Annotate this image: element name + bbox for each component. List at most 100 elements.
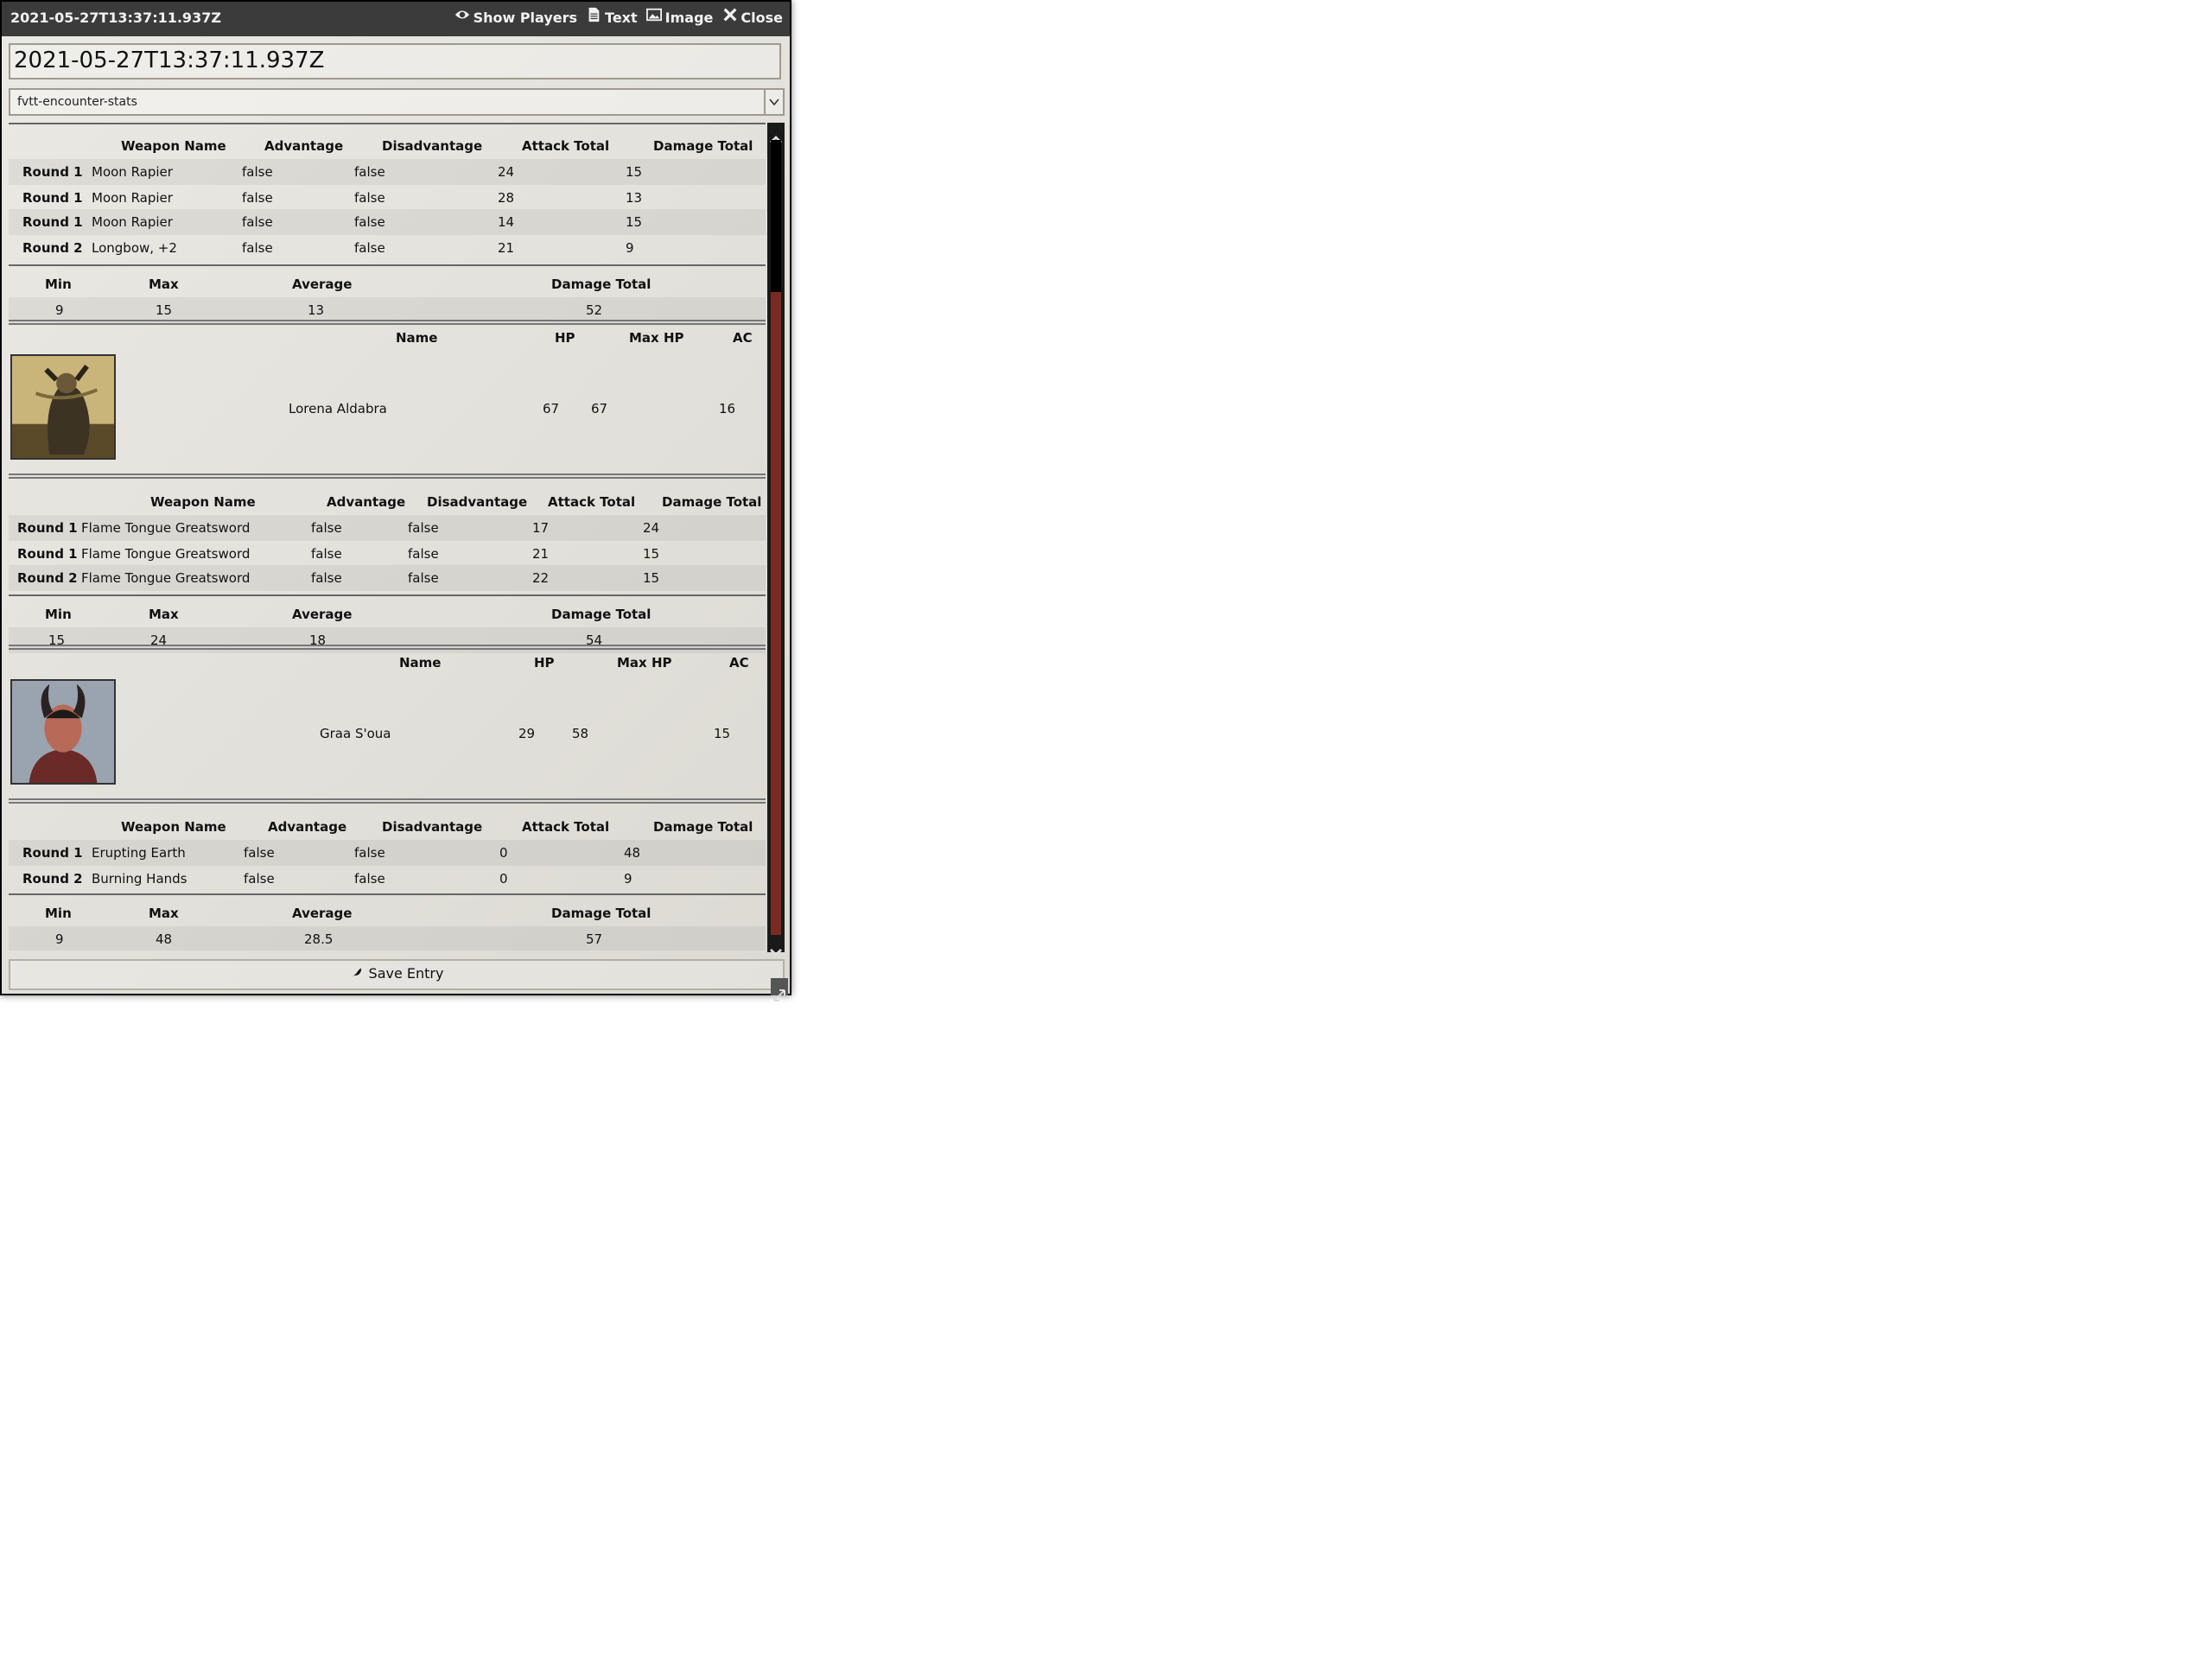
weapon-name: Flame Tongue Greatsword [81, 570, 251, 587]
combatant-ac: 16 [719, 401, 736, 416]
text-mode-label: Text [605, 10, 638, 26]
summary-header-damage-total: Damage Total [551, 276, 652, 292]
attacks-header-damage-total: Damage Total [662, 494, 762, 510]
summary-header-row: Min Max Average Damage Total [9, 601, 766, 627]
summary-header-row: Min Max Average Damage Total [9, 901, 766, 927]
disadvantage-value: false [408, 545, 439, 562]
weapon-name: Moon Rapier [92, 214, 173, 231]
advantage-value: false [244, 845, 275, 861]
disadvantage-value: false [354, 845, 385, 861]
attacks-header-disadvantage: Disadvantage [427, 494, 528, 510]
attack-total: 0 [499, 845, 508, 861]
round-label: Round 1 [22, 189, 83, 206]
window-controls: Show Players Text Image Close [454, 2, 783, 36]
attacks-header-weapon-name: Weapon Name [121, 819, 226, 835]
attacks-header-damage-total: Damage Total [653, 819, 753, 835]
disadvantage-value: false [354, 189, 385, 206]
weapon-name: Flame Tongue Greatsword [81, 520, 251, 536]
combatant-header-hp: HP [555, 330, 575, 346]
section-divider [9, 474, 766, 479]
combatant-name: Graa S'oua [320, 726, 391, 741]
scrollbar-track [771, 140, 781, 292]
entry-name-input[interactable]: 2021-05-27T13:37:11.937Z [9, 43, 781, 79]
combatant-row: Lorena Aldabra 67 67 16 [9, 396, 766, 422]
damage-total: 24 [643, 520, 660, 536]
attack-row: Round 2 Longbow, +2 false false 21 9 [9, 235, 766, 261]
summary-header-average: Average [292, 607, 353, 623]
section-divider [9, 798, 766, 804]
damage-total: 15 [643, 570, 660, 587]
scroll-up-icon[interactable] [767, 123, 785, 143]
disadvantage-value: false [354, 164, 385, 180]
combatant-header-ac: AC [729, 655, 749, 671]
advantage-value: false [244, 870, 275, 887]
window-title: 2021-05-27T13:37:11.937Z [10, 10, 221, 26]
disadvantage-value: false [354, 214, 385, 231]
attack-row: Round 1 Moon Rapier false false 14 15 [9, 209, 766, 236]
damage-total: 15 [626, 214, 643, 231]
attacks-header-row: Weapon Name Advantage Disadvantage Attack T… [9, 814, 766, 840]
weapon-name: Moon Rapier [92, 164, 173, 180]
close-button[interactable]: Close [721, 2, 783, 36]
combatant-hp: 29 [518, 726, 536, 741]
scroll-down-icon[interactable] [767, 935, 785, 957]
attacks-header-damage-total: Damage Total [653, 138, 753, 154]
damage-total: 15 [643, 545, 660, 562]
resize-handle-icon[interactable] [771, 978, 788, 1001]
summary-header-damage-total: Damage Total [551, 607, 652, 623]
attacks-header-advantage: Advantage [327, 494, 406, 510]
show-players-label: Show Players [473, 10, 578, 26]
show-players-button[interactable]: Show Players [454, 2, 577, 36]
combatant-header-name: Name [399, 655, 442, 671]
attacks-header-advantage: Advantage [264, 138, 344, 154]
weapon-name: Burning Hands [92, 870, 188, 887]
image-mode-button[interactable]: Image [645, 2, 713, 36]
advantage-value: false [311, 545, 342, 562]
combatant-max-hp: 58 [572, 726, 589, 741]
attack-total: 21 [498, 240, 515, 257]
weapon-name: Moon Rapier [92, 189, 173, 206]
chevron-down-icon [764, 90, 783, 114]
summary-header-average: Average [292, 276, 353, 292]
round-label: Round 2 [22, 870, 83, 887]
attacks-header-row: Weapon Name Advantage Disadvantage Attack T… [9, 133, 766, 159]
scrollbar-thumb[interactable] [771, 292, 781, 935]
save-entry-button[interactable]: Save Entry [9, 959, 785, 990]
attack-total: 28 [498, 189, 515, 206]
summary-header-min: Min [45, 607, 72, 623]
disadvantage-value: false [354, 240, 385, 257]
damage-total: 13 [626, 189, 643, 206]
summary-min: 9 [55, 931, 64, 948]
summary-header-min: Min [45, 906, 72, 922]
round-label: Round 1 [17, 520, 78, 536]
attack-total: 14 [498, 214, 515, 231]
attacks-header-disadvantage: Disadvantage [382, 138, 483, 154]
advantage-value: false [311, 520, 342, 536]
advantage-value: false [242, 189, 273, 206]
text-mode-button[interactable]: Text [586, 2, 638, 36]
round-label: Round 1 [22, 845, 83, 861]
disadvantage-value: false [408, 570, 439, 587]
attacks-header-attack-total: Attack Total [522, 819, 610, 835]
summary-row: 9 48 28.5 57 [9, 926, 766, 950]
content-type-select[interactable]: fvtt-encounter-stats [9, 88, 785, 116]
combatant-header-row: Name HP Max HP AC [9, 325, 766, 351]
combatant-header-row: Name HP Max HP AC [9, 650, 766, 676]
section-divider [9, 264, 766, 266]
round-label: Round 1 [22, 164, 83, 180]
round-label: Round 1 [17, 545, 78, 562]
summary-header-max: Max [149, 906, 179, 922]
attack-row: Round 1 Erupting Earth false false 0 48 [9, 840, 766, 866]
attacks-header-weapon-name: Weapon Name [150, 494, 256, 510]
damage-total: 48 [624, 845, 641, 861]
window-titlebar[interactable]: 2021-05-27T13:37:11.937Z Show Players Te… [2, 2, 790, 36]
attacks-header-disadvantage: Disadvantage [382, 819, 483, 835]
eye-icon [454, 2, 470, 36]
file-text-icon [586, 2, 601, 36]
damage-total: 9 [626, 240, 634, 257]
combatant-hp: 67 [543, 401, 560, 416]
content-type-value: fvtt-encounter-stats [17, 95, 137, 109]
damage-total: 9 [624, 870, 632, 887]
attack-row: Round 2 Burning Hands false false 0 9 [9, 865, 766, 891]
content-scrollbar[interactable] [767, 123, 785, 957]
